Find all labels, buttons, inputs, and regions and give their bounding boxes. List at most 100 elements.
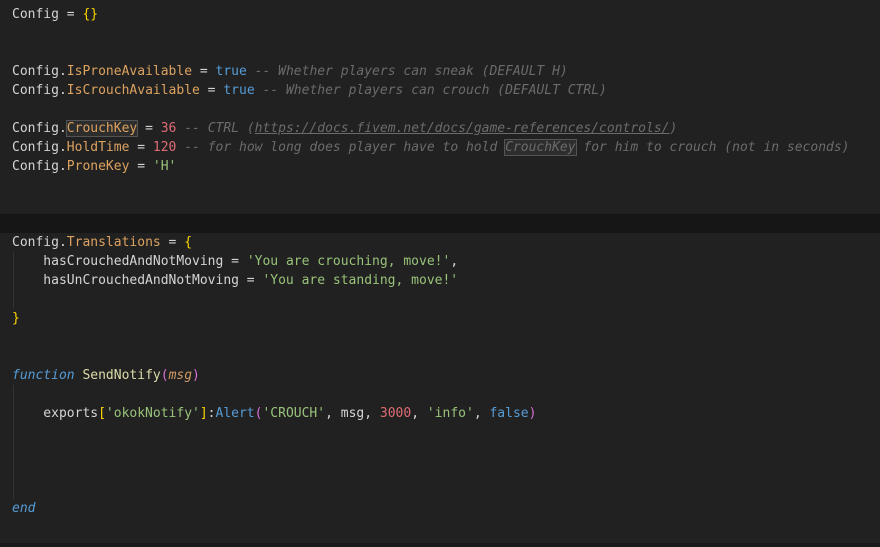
- code-token: Config.: [12, 64, 67, 79]
- code-token: =: [137, 121, 161, 136]
- indent-guide-line: [13, 442, 14, 461]
- code-token: =: [129, 140, 153, 155]
- code-line[interactable]: Config = {}: [0, 5, 880, 24]
- indent-guide-line: [13, 480, 14, 499]
- code-token: 'You are standing, move!': [262, 273, 459, 288]
- occurrence-highlight-token: CrouchKey: [504, 139, 577, 156]
- code-token: Translations: [66, 235, 161, 250]
- code-token: 120: [152, 140, 177, 155]
- code-token: Config.: [12, 235, 67, 250]
- code-token: Config.: [12, 159, 67, 174]
- code-line[interactable]: [0, 423, 880, 442]
- code-token: ,: [411, 406, 427, 421]
- code-line[interactable]: [0, 24, 880, 43]
- code-line[interactable]: Config.CrouchKey = 36 -- CTRL (https://d…: [0, 119, 880, 138]
- code-token: 36: [160, 121, 177, 136]
- code-line[interactable]: [0, 100, 880, 119]
- code-token: SendNotify: [82, 368, 161, 383]
- code-token: ): [192, 368, 200, 383]
- code-line[interactable]: [0, 290, 880, 309]
- code-token[interactable]: https://docs.fivem.net/docs/game-referen…: [255, 121, 670, 136]
- code-line[interactable]: [0, 442, 880, 461]
- code-token: {: [184, 235, 193, 250]
- code-token: hasCrouchedAndNotMoving =: [12, 254, 247, 269]
- code-line[interactable]: function SendNotify(msg): [0, 366, 880, 385]
- code-token: hasUnCrouchedAndNotMoving =: [12, 273, 263, 288]
- indent-guide-line: [13, 423, 14, 442]
- indent-guide-line: [13, 252, 14, 271]
- code-line[interactable]: [0, 480, 880, 499]
- code-line[interactable]: Config.Translations = {: [0, 233, 880, 252]
- code-token: Config.: [12, 140, 67, 155]
- code-token: 'info': [426, 406, 474, 421]
- indent-guide-line: [13, 404, 14, 423]
- code-token: true: [215, 64, 247, 79]
- code-token: HoldTime: [66, 140, 130, 155]
- code-token: ): [528, 406, 537, 421]
- code-token: -- CTRL (: [184, 121, 255, 136]
- code-line[interactable]: Config.IsCrouchAvailable = true -- Wheth…: [0, 81, 880, 100]
- code-token: Config.: [12, 83, 67, 98]
- code-line-current[interactable]: [0, 214, 880, 233]
- code-line[interactable]: [0, 176, 880, 195]
- code-line[interactable]: [0, 461, 880, 480]
- code-token: (: [160, 368, 169, 383]
- code-token: ,: [473, 406, 490, 421]
- code-token: function: [12, 368, 75, 383]
- code-line[interactable]: [0, 43, 880, 62]
- code-token: msg: [168, 368, 193, 383]
- code-token: Config =: [12, 7, 83, 22]
- code-token: [: [98, 406, 106, 421]
- code-line[interactable]: Config.HoldTime = 120 -- for how long do…: [0, 138, 880, 157]
- code-token: -- for how long does player have to hold: [184, 140, 506, 155]
- code-line[interactable]: exports['okokNotify']:Alert('CROUCH', ms…: [0, 404, 880, 423]
- code-token: exports: [12, 406, 99, 421]
- code-token: -- Whether players can crouch (DEFAULT C…: [262, 83, 607, 98]
- code-token: =: [129, 159, 153, 174]
- code-line[interactable]: }: [0, 309, 880, 328]
- code-token: true: [223, 83, 255, 98]
- indent-guide-line: [13, 461, 14, 480]
- code-line[interactable]: [0, 385, 880, 404]
- occurrence-highlight-token: CrouchKey: [65, 120, 139, 137]
- code-token: ProneKey: [66, 159, 130, 174]
- code-token: , msg,: [325, 406, 380, 421]
- code-token: for him to crouch (not in seconds): [575, 140, 850, 155]
- code-token: end: [12, 501, 36, 516]
- code-token: {}: [82, 7, 99, 22]
- indent-guide-line: [13, 271, 14, 290]
- code-token: -- Whether players can sneak (DEFAULT H): [254, 64, 568, 79]
- code-token: false: [489, 406, 529, 421]
- code-line[interactable]: [0, 518, 880, 537]
- code-line[interactable]: [0, 328, 880, 347]
- code-line[interactable]: [0, 347, 880, 366]
- code-token: =: [160, 235, 185, 250]
- indent-guide-line: [13, 385, 14, 404]
- code-token: =: [192, 64, 216, 79]
- code-line[interactable]: end: [0, 499, 880, 518]
- code-token: 'okokNotify': [105, 406, 200, 421]
- code-line[interactable]: [0, 195, 880, 214]
- panel-edge: [0, 543, 880, 547]
- code-token: :: [207, 406, 216, 421]
- code-token: Config.: [12, 121, 67, 136]
- indent-guide-line: [13, 290, 14, 309]
- code-token: IsProneAvailable: [66, 64, 193, 79]
- code-token: Alert: [215, 406, 255, 421]
- code-token: 'CROUCH': [262, 406, 326, 421]
- code-line[interactable]: hasCrouchedAndNotMoving = 'You are crouc…: [0, 252, 880, 271]
- code-token: 3000: [379, 406, 412, 421]
- code-token: 'H': [152, 159, 177, 174]
- code-token: ,: [450, 254, 459, 269]
- code-token: ): [669, 121, 678, 136]
- code-line[interactable]: hasUnCrouchedAndNotMoving = 'You are sta…: [0, 271, 880, 290]
- code-editor[interactable]: Config = {} Config.IsProneAvailable = tru…: [0, 0, 880, 547]
- code-token: IsCrouchAvailable: [66, 83, 200, 98]
- code-token: ]: [199, 406, 208, 421]
- code-line[interactable]: Config.IsProneAvailable = true -- Whethe…: [0, 62, 880, 81]
- code-token: =: [199, 83, 224, 98]
- code-token: }: [12, 311, 20, 326]
- code-line[interactable]: Config.ProneKey = 'H': [0, 157, 880, 176]
- code-token: 'You are crouching, move!': [246, 254, 451, 269]
